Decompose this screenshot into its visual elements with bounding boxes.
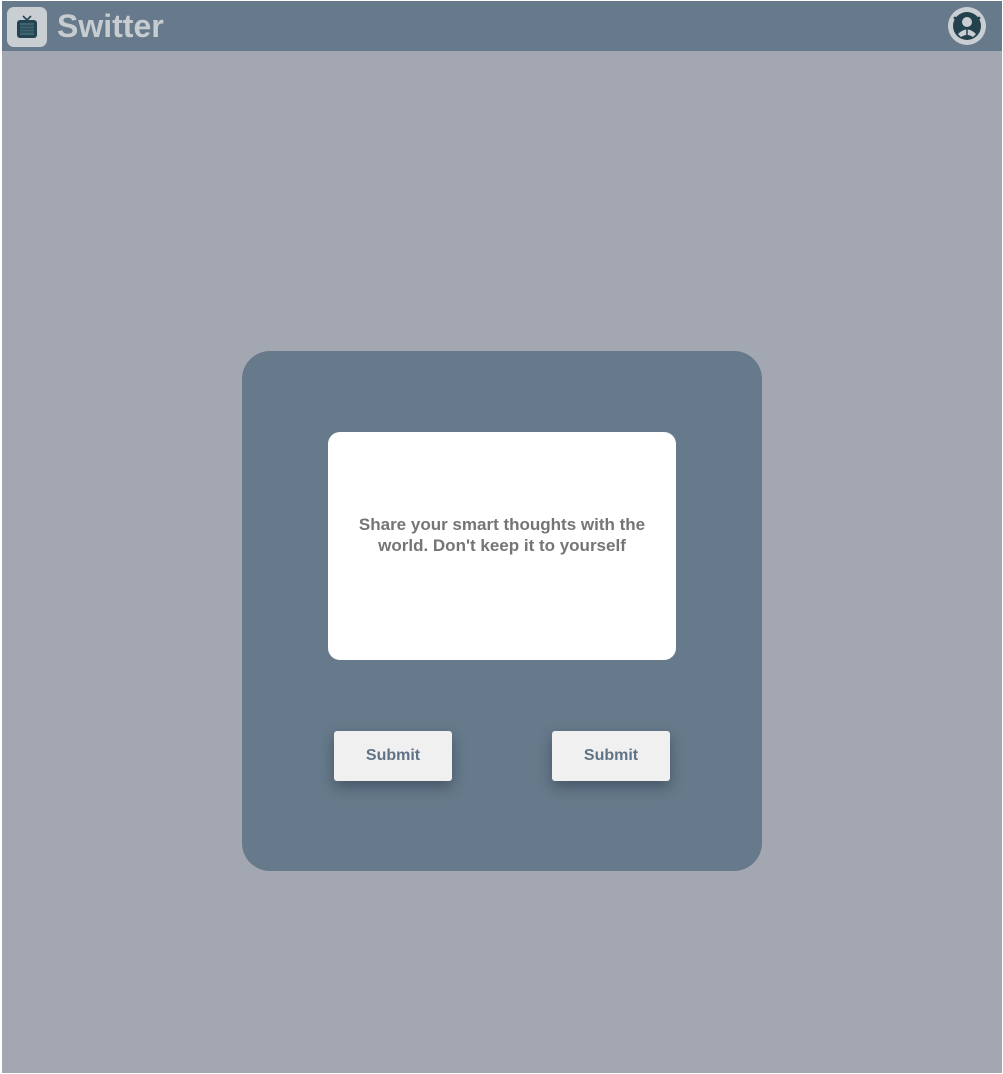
app-title: Switter (57, 8, 164, 44)
profile-button[interactable] (946, 5, 988, 47)
logo-button[interactable] (7, 7, 47, 47)
user-profile-icon (948, 7, 986, 45)
submit-button-right[interactable]: Submit (552, 731, 670, 781)
top-bar: Switter (2, 1, 1002, 51)
tv-icon (17, 15, 37, 38)
thought-textarea[interactable]: Share your smart thoughts with the world… (328, 432, 676, 660)
page-background: Switter Share your smart thoughts with t… (2, 1, 1002, 1073)
submit-button-left[interactable]: Submit (334, 731, 452, 781)
thought-placeholder: Share your smart thoughts with the world… (358, 515, 646, 555)
composer-card: Share your smart thoughts with the world… (242, 351, 762, 871)
